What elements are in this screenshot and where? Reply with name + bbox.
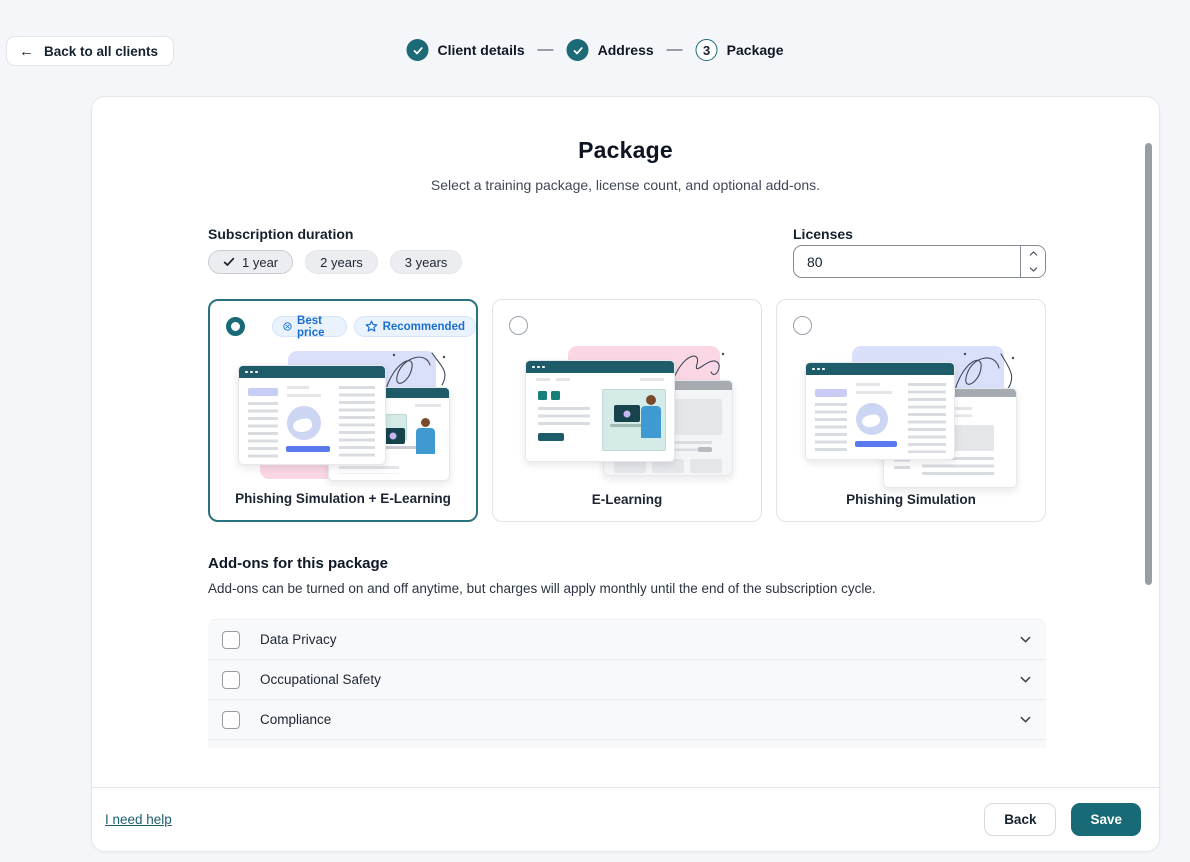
- package-illustration: [797, 346, 1027, 488]
- number-spinner: [1020, 246, 1045, 277]
- wizard-footer: I need help Back Save: [92, 787, 1159, 851]
- page-subtitle: Select a training package, license count…: [92, 177, 1159, 193]
- step-number: 3: [696, 39, 718, 61]
- duration-pill-2-years[interactable]: 2 years: [305, 250, 378, 274]
- licenses-label: Licenses: [793, 226, 853, 242]
- page-title: Package: [92, 137, 1159, 164]
- addon-row-compliance[interactable]: Compliance: [208, 700, 1046, 740]
- check-icon: [223, 256, 235, 268]
- addons-title: Add-ons for this package: [208, 555, 388, 572]
- badge-row: Best price Recommended: [272, 316, 476, 337]
- back-to-clients-label: Back to all clients: [44, 44, 158, 59]
- pill-label: 1 year: [242, 255, 278, 270]
- pill-label: 2 years: [320, 255, 363, 270]
- pill-label: 3 years: [405, 255, 448, 270]
- licenses-input[interactable]: [794, 246, 1020, 277]
- badge-label: Recommended: [383, 321, 465, 333]
- check-icon: [567, 39, 589, 61]
- back-button[interactable]: Back: [984, 803, 1056, 836]
- best-price-badge: Best price: [272, 316, 347, 337]
- step-package[interactable]: 3 Package: [696, 39, 784, 61]
- checkbox-unchecked-icon[interactable]: [222, 631, 240, 649]
- addons-description: Add-ons can be turned on and off anytime…: [208, 581, 876, 596]
- package-label: Phishing Simulation: [777, 492, 1045, 507]
- step-label: Package: [727, 42, 784, 58]
- radio-selected-icon[interactable]: [226, 317, 245, 336]
- step-client-details[interactable]: Client details: [407, 39, 525, 61]
- subscription-duration-label: Subscription duration: [208, 226, 353, 242]
- package-card-elearning[interactable]: E-Learning: [492, 299, 762, 522]
- scrollable-content: Package Select a training package, licen…: [92, 97, 1159, 787]
- badge-label: Best price: [297, 315, 336, 339]
- addon-row-data-privacy[interactable]: Data Privacy: [208, 620, 1046, 660]
- spinner-down-button[interactable]: [1021, 262, 1045, 278]
- recommended-badge: Recommended: [354, 316, 476, 337]
- addon-row-clipped: [208, 740, 1046, 748]
- addon-label: Compliance: [260, 712, 331, 727]
- licenses-input-wrap: [793, 245, 1046, 278]
- radio-unselected-icon[interactable]: [793, 316, 812, 335]
- addon-row-occupational-safety[interactable]: Occupational Safety: [208, 660, 1046, 700]
- step-divider: [667, 49, 683, 51]
- wizard-stepper: Client details Address 3 Package: [407, 39, 784, 61]
- radio-unselected-icon[interactable]: [509, 316, 528, 335]
- star-icon: [365, 320, 378, 333]
- vertical-scrollbar[interactable]: [1145, 143, 1152, 585]
- spinner-up-button[interactable]: [1021, 246, 1045, 262]
- step-label: Address: [598, 42, 654, 58]
- footer-buttons: Back Save: [984, 803, 1141, 836]
- package-label: Phishing Simulation + E-Learning: [210, 491, 476, 506]
- step-divider: [538, 49, 554, 51]
- step-label: Client details: [438, 42, 525, 58]
- percent-circle-icon: [283, 320, 292, 333]
- chevron-up-icon: [1029, 250, 1038, 257]
- package-card-phishing-elearning[interactable]: Best price Recommended: [208, 299, 478, 522]
- duration-pill-1-year[interactable]: 1 year: [208, 250, 293, 274]
- step-address[interactable]: Address: [567, 39, 654, 61]
- checkbox-unchecked-icon[interactable]: [222, 711, 240, 729]
- package-illustration: [513, 346, 743, 488]
- package-label: E-Learning: [493, 492, 761, 507]
- save-button[interactable]: Save: [1071, 803, 1141, 836]
- check-icon: [407, 39, 429, 61]
- checkbox-unchecked-icon[interactable]: [222, 671, 240, 689]
- chevron-down-icon[interactable]: [1019, 633, 1032, 646]
- addon-list: Data Privacy Occupational Safety Complia…: [208, 619, 1046, 748]
- package-step-card: Package Select a training package, licen…: [91, 96, 1160, 852]
- package-card-phishing-simulation[interactable]: Phishing Simulation: [776, 299, 1046, 522]
- back-to-clients-button[interactable]: ← Back to all clients: [6, 36, 174, 66]
- duration-pill-group: 1 year 2 years 3 years: [208, 250, 462, 274]
- chevron-down-icon[interactable]: [1019, 713, 1032, 726]
- package-illustration: [230, 347, 460, 489]
- package-options: Best price Recommended: [208, 299, 1046, 522]
- duration-pill-3-years[interactable]: 3 years: [390, 250, 463, 274]
- help-link[interactable]: I need help: [105, 812, 172, 827]
- chevron-down-icon: [1029, 266, 1038, 273]
- arrow-left-icon: ←: [19, 44, 34, 59]
- addon-label: Occupational Safety: [260, 672, 381, 687]
- addon-label: Data Privacy: [260, 632, 337, 647]
- chevron-down-icon[interactable]: [1019, 673, 1032, 686]
